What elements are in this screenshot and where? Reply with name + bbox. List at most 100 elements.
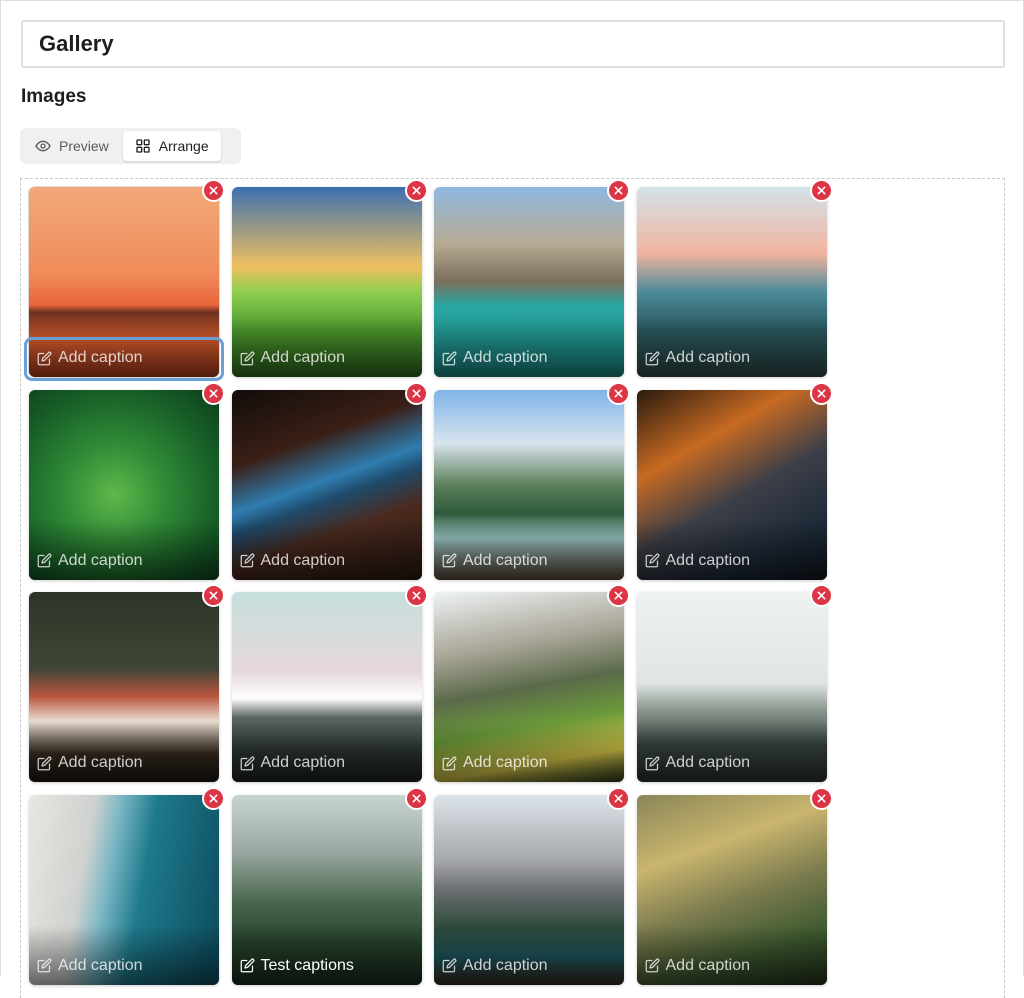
edit-icon — [37, 756, 52, 770]
gallery-image-tile[interactable]: Add caption — [29, 381, 225, 580]
gallery-title-input[interactable]: Gallery — [21, 20, 1005, 68]
gallery-image-tile[interactable]: Add caption — [636, 786, 833, 985]
remove-image-button[interactable] — [404, 584, 428, 607]
gallery-image-tile[interactable]: Add caption — [434, 381, 630, 580]
image-caption-text: Add caption — [58, 754, 143, 771]
close-icon — [209, 591, 218, 600]
arrange-mode-label: Arrange — [158, 138, 209, 154]
caption-focus-outline — [24, 337, 224, 381]
remove-image-button[interactable] — [607, 584, 630, 607]
caption-shade — [29, 722, 219, 782]
caption-shade — [434, 519, 624, 580]
edit-icon — [37, 958, 52, 973]
image-caption-field[interactable]: Add caption — [37, 754, 143, 772]
close-icon — [817, 186, 825, 195]
image-caption-field[interactable]: Add caption — [442, 349, 548, 367]
image-caption-field[interactable]: Add caption — [442, 957, 548, 975]
image-grid: Add caption Add caption Add caption Add cap… — [20, 178, 1005, 998]
close-icon — [209, 794, 218, 802]
image-caption-text: Add caption — [665, 551, 751, 569]
edit-icon — [442, 756, 457, 770]
gallery-image-tile[interactable]: Add caption — [24, 179, 225, 381]
image-caption-field[interactable]: Add caption — [645, 349, 750, 367]
gallery-image-tile[interactable]: Add caption — [231, 584, 428, 782]
image-caption-text: Test captions — [260, 956, 354, 974]
image-caption-field[interactable]: Add caption — [645, 551, 751, 570]
remove-image-button[interactable] — [202, 786, 225, 810]
gallery-image-tile[interactable]: Test captions — [231, 786, 428, 985]
image-caption-field[interactable]: Add caption — [240, 754, 346, 772]
gallery-image-tile[interactable]: Add caption — [434, 786, 630, 985]
remove-image-button[interactable] — [202, 381, 225, 405]
edit-icon — [645, 553, 659, 568]
caption-shade — [434, 722, 624, 782]
image-caption-field[interactable]: Add caption — [240, 551, 346, 570]
remove-image-button[interactable] — [202, 584, 225, 607]
image-caption-text: Add caption — [463, 349, 548, 366]
image-caption-field[interactable]: Add caption — [645, 957, 750, 975]
edit-icon — [645, 958, 659, 973]
gallery-image-tile[interactable]: Add caption — [29, 584, 225, 782]
edit-icon — [240, 351, 254, 365]
close-icon — [412, 389, 420, 397]
remove-image-button[interactable] — [202, 179, 225, 202]
edit-icon — [645, 756, 659, 770]
gallery-image-tile[interactable]: Add caption — [636, 179, 833, 377]
close-icon — [817, 794, 825, 802]
preview-mode-label: Preview — [59, 138, 109, 154]
image-caption-text: Add caption — [463, 754, 548, 771]
close-icon — [412, 186, 420, 195]
image-caption-field[interactable]: Add caption — [37, 957, 143, 975]
image-caption-field[interactable]: Test captions — [240, 957, 354, 975]
image-caption-field[interactable]: Add caption — [442, 754, 548, 772]
image-caption-text: Add caption — [463, 551, 548, 569]
gallery-image-tile[interactable]: Add caption — [231, 179, 428, 377]
image-caption-field[interactable]: Add caption — [240, 349, 345, 367]
images-heading: Images — [21, 86, 87, 107]
caption-shade — [636, 519, 827, 580]
remove-image-button[interactable] — [404, 786, 428, 810]
image-caption-text: Add caption — [58, 956, 143, 974]
edit-icon — [240, 958, 254, 973]
close-icon — [209, 389, 218, 397]
remove-image-button[interactable] — [607, 179, 630, 202]
edit-icon — [442, 958, 457, 973]
gallery-image-tile[interactable]: Add caption — [434, 584, 630, 782]
remove-image-button[interactable] — [809, 179, 833, 202]
gallery-image-tile[interactable]: Add caption — [636, 584, 833, 782]
remove-image-button[interactable] — [809, 584, 833, 607]
close-icon — [209, 186, 218, 195]
gallery-image-tile[interactable]: Add caption — [231, 381, 428, 580]
image-caption-text: Add caption — [260, 551, 346, 569]
edit-icon — [240, 756, 254, 770]
image-caption-text: Add caption — [260, 754, 346, 771]
image-caption-text: Add caption — [665, 754, 751, 771]
caption-shade — [231, 519, 422, 580]
caption-shade — [636, 722, 827, 782]
remove-image-button[interactable] — [404, 179, 428, 202]
remove-image-button[interactable] — [809, 381, 833, 405]
gallery-image-tile[interactable]: Add caption — [434, 179, 630, 377]
image-caption-field[interactable]: Add caption — [442, 552, 548, 570]
close-icon — [817, 591, 825, 600]
preview-mode-button[interactable]: Preview — [23, 131, 121, 161]
arrange-mode-button[interactable]: Arrange — [122, 131, 221, 161]
caption-shade — [231, 722, 422, 782]
close-icon — [614, 794, 623, 802]
view-mode-toggle: Preview Arrange — [20, 128, 241, 164]
edit-icon — [442, 351, 457, 365]
remove-image-button[interactable] — [607, 786, 630, 810]
remove-image-button[interactable] — [809, 786, 833, 810]
edit-icon — [645, 351, 659, 365]
close-icon — [614, 591, 623, 600]
edit-icon — [37, 553, 52, 568]
image-caption-text: Add caption — [58, 551, 143, 569]
grid-icon — [136, 139, 150, 153]
remove-image-button[interactable] — [404, 381, 428, 405]
gallery-image-tile[interactable]: Add caption — [29, 786, 225, 985]
gallery-image-tile[interactable]: Add caption — [636, 381, 833, 580]
image-caption-field[interactable]: Add caption — [645, 754, 751, 772]
remove-image-button[interactable] — [607, 381, 630, 405]
image-caption-field[interactable]: Add caption — [37, 552, 143, 570]
edit-icon — [442, 553, 457, 568]
